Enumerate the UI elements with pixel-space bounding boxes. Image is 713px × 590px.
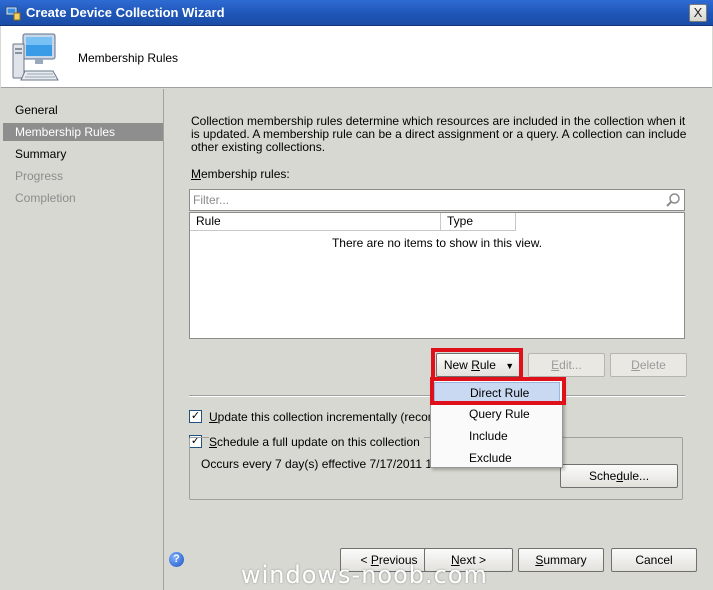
menu-item-include[interactable]: Include xyxy=(434,426,560,446)
wizard-window: Create Device Collection Wizard X Member… xyxy=(0,0,713,590)
search-icon[interactable] xyxy=(665,192,681,208)
computer-icon xyxy=(12,33,59,81)
delete-button[interactable]: Delete xyxy=(610,353,687,377)
help-icon[interactable]: ? xyxy=(169,552,184,567)
close-button[interactable]: X xyxy=(689,4,707,22)
window-title: Create Device Collection Wizard xyxy=(26,5,225,20)
nav-item-membership-rules[interactable]: Membership Rules xyxy=(3,123,163,141)
wizard-header: Membership Rules xyxy=(1,26,712,88)
nav-item-general[interactable]: General xyxy=(3,101,163,119)
summary-button[interactable]: Summary xyxy=(518,548,604,572)
direct-rule-highlight xyxy=(430,377,566,405)
page-title: Membership Rules xyxy=(78,51,179,65)
incremental-update-label[interactable]: Update this collection incrementally (re… xyxy=(209,410,468,424)
nav-item-progress: Progress xyxy=(15,169,64,183)
title-bar[interactable]: Create Device Collection Wizard X xyxy=(0,0,713,26)
wizard-nav: General Membership Rules Summary Progres… xyxy=(1,89,164,590)
incremental-update-checkbox[interactable]: ✓ xyxy=(189,410,202,423)
filter-box[interactable] xyxy=(189,189,685,211)
nav-item-completion: Completion xyxy=(15,191,76,205)
watermark: windows-noob.com xyxy=(241,561,488,589)
full-update-label[interactable]: Schedule a full update on this collectio… xyxy=(209,435,424,449)
column-header-rule[interactable]: Rule xyxy=(190,213,441,231)
filter-input[interactable] xyxy=(190,190,660,210)
menu-item-query-rule[interactable]: Query Rule xyxy=(434,404,560,424)
cancel-button[interactable]: Cancel xyxy=(611,548,697,572)
membership-rules-label: Membership rules: xyxy=(191,167,290,181)
edit-button[interactable]: Edit... xyxy=(528,353,605,377)
empty-list-message: There are no items to show in this view. xyxy=(331,236,543,250)
schedule-text: Occurs every 7 day(s) effective 7/17/201… xyxy=(201,457,460,471)
description-text: Collection membership rules determine wh… xyxy=(191,114,687,154)
wizard-app-icon xyxy=(5,6,21,21)
membership-rules-list[interactable]: Rule Type There are no items to show in … xyxy=(189,212,685,339)
schedule-button[interactable]: Schedule... xyxy=(560,464,678,488)
menu-item-exclude[interactable]: Exclude xyxy=(434,448,560,468)
column-header-type[interactable]: Type xyxy=(441,213,516,231)
nav-item-summary[interactable]: Summary xyxy=(3,145,163,163)
